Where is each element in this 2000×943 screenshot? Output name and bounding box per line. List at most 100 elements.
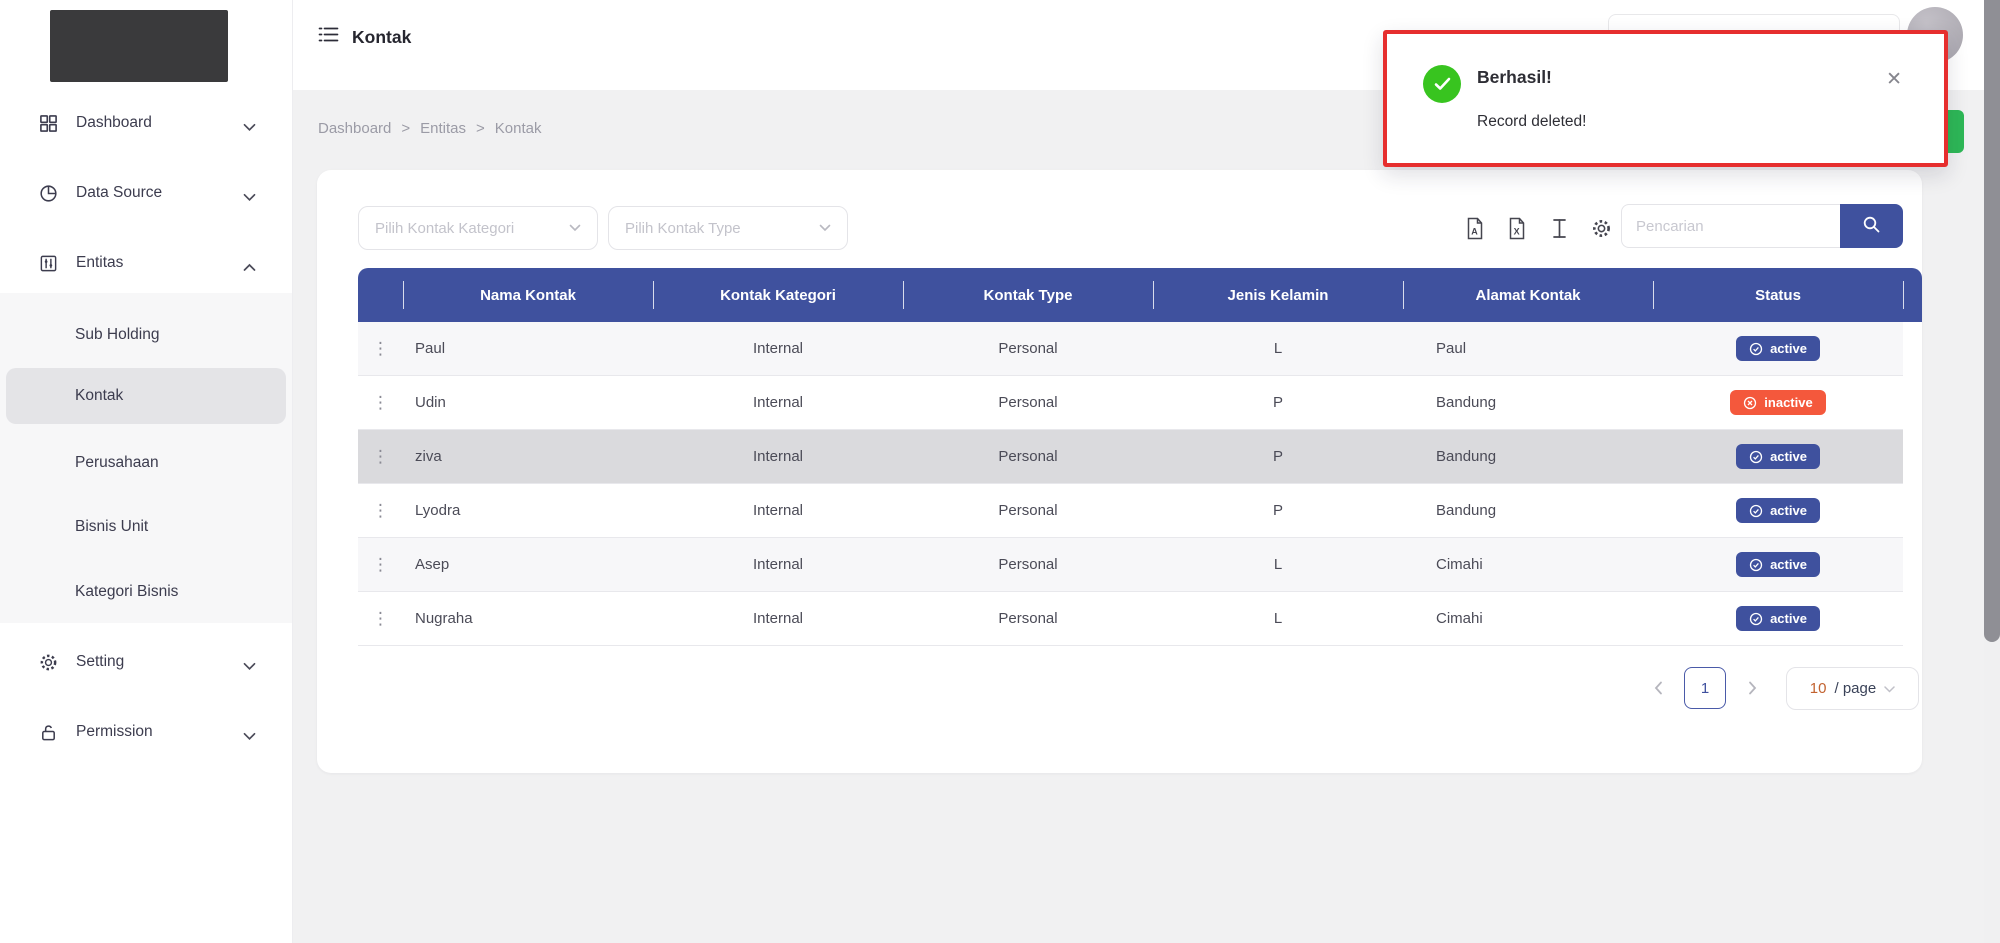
sidebar-item-permission[interactable]: Permission	[0, 717, 292, 747]
cell-kategori: Internal	[653, 448, 903, 465]
chevron-down-icon	[1884, 680, 1895, 697]
app-logo	[50, 10, 228, 82]
toast-title: Berhasil!	[1477, 67, 1552, 88]
sidebar-item-setting[interactable]: Setting	[0, 647, 292, 677]
cell-kategori: Internal	[653, 394, 903, 411]
kebab-menu-icon[interactable]	[358, 609, 403, 629]
table-row[interactable]: Nugraha Internal Personal L Cimahi activ…	[358, 592, 1903, 646]
breadcrumb-separator: >	[401, 120, 410, 137]
status-badge[interactable]: inactive	[1730, 390, 1825, 415]
sidebar-item-kontak[interactable]: Kontak	[0, 381, 292, 411]
kontak-table-card: Pilih Kontak Kategori Pilih Kontak Type …	[317, 170, 1922, 773]
kontak-kategori-select[interactable]: Pilih Kontak Kategori	[358, 206, 598, 250]
table-row[interactable]: Paul Internal Personal L Paul active	[358, 322, 1903, 376]
table-body: Paul Internal Personal L Paul active Udi…	[358, 322, 1903, 646]
sidebar-item-label: Data Source	[76, 184, 162, 202]
kebab-menu-icon[interactable]	[358, 393, 403, 413]
next-page-button[interactable]	[1742, 678, 1762, 698]
status-badge[interactable]: active	[1736, 498, 1820, 523]
row-height-icon[interactable]	[1547, 216, 1571, 240]
chevron-down-icon	[819, 219, 831, 237]
search-bar	[1621, 204, 1903, 248]
cell-jenis-kelamin: L	[1153, 556, 1403, 573]
cell-alamat: Bandung	[1403, 502, 1653, 519]
cell-jenis-kelamin: P	[1153, 394, 1403, 411]
cell-type: Personal	[903, 502, 1153, 519]
export-pdf-icon[interactable]: A	[1463, 216, 1487, 240]
sidebar-item-bisnis-unit[interactable]: Bisnis Unit	[0, 512, 292, 542]
prev-page-button[interactable]	[1648, 678, 1668, 698]
check-circle-icon	[1749, 504, 1763, 518]
pie-chart-icon	[38, 183, 58, 203]
kebab-menu-icon[interactable]	[358, 339, 403, 359]
sidebar-item-label: Dashboard	[76, 114, 152, 132]
table-settings-icon[interactable]	[1589, 216, 1613, 240]
table-row[interactable]: Lyodra Internal Personal P Bandung activ…	[358, 484, 1903, 538]
status-badge[interactable]: active	[1736, 552, 1820, 577]
cell-type: Personal	[903, 556, 1153, 573]
status-badge[interactable]: active	[1736, 444, 1820, 469]
cell-jenis-kelamin: L	[1153, 610, 1403, 627]
table-header-status: Status	[1653, 268, 1903, 322]
export-excel-icon[interactable]: X	[1505, 216, 1529, 240]
cell-status: inactive	[1653, 390, 1903, 415]
chevron-down-icon	[243, 119, 256, 128]
toast-message: Record deleted!	[1477, 113, 1586, 131]
search-button[interactable]	[1840, 204, 1903, 248]
chevron-down-icon	[569, 219, 581, 237]
svg-text:A: A	[1471, 226, 1478, 236]
cell-nama: Asep	[403, 556, 653, 573]
page-size-value: 10	[1810, 680, 1827, 697]
check-circle-icon	[1749, 450, 1763, 464]
kebab-menu-icon[interactable]	[358, 501, 403, 521]
kebab-menu-icon[interactable]	[358, 555, 403, 575]
table-header-alamat-kontak: Alamat Kontak	[1403, 268, 1653, 322]
status-badge[interactable]: active	[1736, 336, 1820, 361]
gear-icon	[38, 652, 58, 672]
status-badge[interactable]: active	[1736, 606, 1820, 631]
breadcrumb-item-entitas[interactable]: Entitas	[420, 120, 466, 137]
cell-status: active	[1653, 606, 1903, 631]
page-size-suffix: / page	[1834, 680, 1876, 697]
chevron-down-icon	[243, 189, 256, 198]
sidebar-item-perusahaan[interactable]: Perusahaan	[0, 448, 292, 478]
table-row-highlighted[interactable]: ziva Internal Personal P Bandung active	[358, 430, 1903, 484]
search-input[interactable]	[1621, 204, 1840, 248]
cell-alamat: Cimahi	[1403, 556, 1653, 573]
select-placeholder: Pilih Kontak Kategori	[375, 220, 514, 237]
kebab-menu-icon[interactable]	[358, 447, 403, 467]
cell-nama: ziva	[403, 448, 653, 465]
sidebar-item-dashboard[interactable]: Dashboard	[0, 108, 292, 138]
cell-status: active	[1653, 552, 1903, 577]
cell-nama: Udin	[403, 394, 653, 411]
breadcrumb-item-dashboard[interactable]: Dashboard	[318, 120, 391, 137]
cell-status: active	[1653, 498, 1903, 523]
scrollbar-thumb[interactable]	[1984, 0, 2000, 642]
table-row[interactable]: Asep Internal Personal L Cimahi active	[358, 538, 1903, 592]
table-header-row: Nama Kontak Kontak Kategori Kontak Type …	[358, 268, 1922, 322]
cell-type: Personal	[903, 610, 1153, 627]
sidebar-item-label: Entitas	[76, 254, 123, 272]
sidebar-item-sub-holding[interactable]: Sub Holding	[0, 320, 292, 350]
check-circle-icon	[1749, 342, 1763, 356]
close-icon[interactable]	[1886, 68, 1902, 91]
cell-alamat: Cimahi	[1403, 610, 1653, 627]
chevron-down-icon	[243, 658, 256, 667]
table-row[interactable]: Udin Internal Personal P Bandung inactiv…	[358, 376, 1903, 430]
breadcrumb-item-kontak[interactable]: Kontak	[495, 120, 542, 137]
sidebar-item-data-source[interactable]: Data Source	[0, 178, 292, 208]
sidebar-item-entitas[interactable]: Entitas	[0, 248, 292, 278]
sidebar: Dashboard Data Source	[0, 0, 293, 943]
page-number-button[interactable]: 1	[1684, 667, 1726, 709]
success-check-icon	[1423, 65, 1461, 103]
kontak-type-select[interactable]: Pilih Kontak Type	[608, 206, 848, 250]
sidebar-item-kategori-bisnis[interactable]: Kategori Bisnis	[0, 577, 292, 607]
x-circle-icon	[1743, 396, 1757, 410]
table-header-kontak-type: Kontak Type	[903, 268, 1153, 322]
cell-kategori: Internal	[653, 556, 903, 573]
cell-alamat: Bandung	[1403, 394, 1653, 411]
page-scrollbar	[1984, 0, 2000, 943]
cell-kategori: Internal	[653, 502, 903, 519]
page-size-select[interactable]: 10 / page	[1786, 667, 1919, 710]
cell-jenis-kelamin: P	[1153, 502, 1403, 519]
